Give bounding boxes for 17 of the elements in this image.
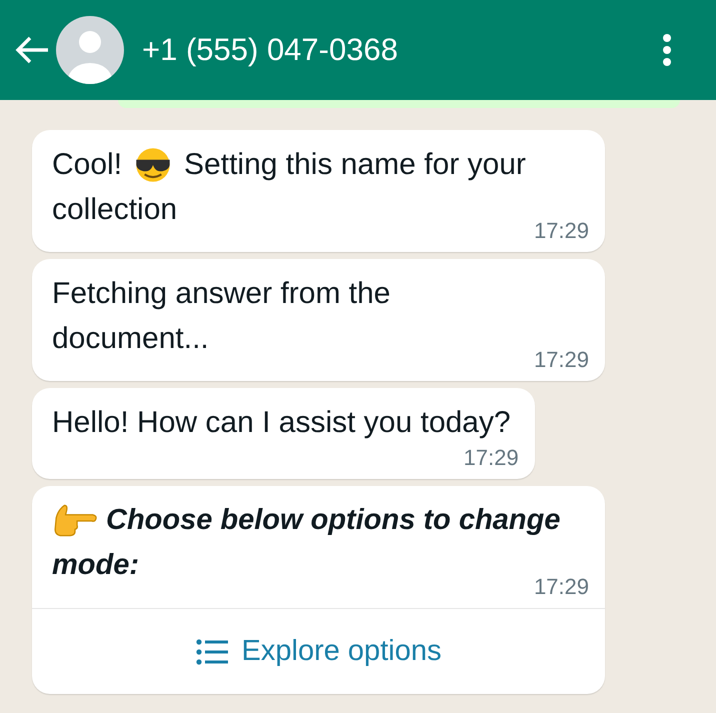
message-text: Cool! bbox=[52, 147, 122, 183]
message-time: 17:29 bbox=[532, 574, 589, 600]
message-text: mode: bbox=[52, 548, 139, 583]
message-text: Fetching answer from the bbox=[52, 276, 390, 312]
message-text: Hello! How can I assist you today? bbox=[52, 405, 511, 441]
menu-icon[interactable] bbox=[662, 33, 672, 67]
message-time: 17:29 bbox=[532, 218, 589, 244]
pointing-hand-icon bbox=[52, 502, 98, 538]
message-text: Setting this name for your bbox=[184, 147, 526, 183]
back-arrow-icon[interactable] bbox=[14, 35, 50, 65]
message-text: document... bbox=[52, 321, 209, 357]
list-icon bbox=[196, 638, 228, 664]
explore-options-button[interactable]: Explore options bbox=[32, 609, 605, 694]
message-text: collection bbox=[52, 192, 178, 228]
message-time: 17:29 bbox=[462, 445, 519, 471]
message-time: 17:29 bbox=[532, 347, 589, 373]
message-text: Choose below options to change bbox=[106, 503, 560, 538]
